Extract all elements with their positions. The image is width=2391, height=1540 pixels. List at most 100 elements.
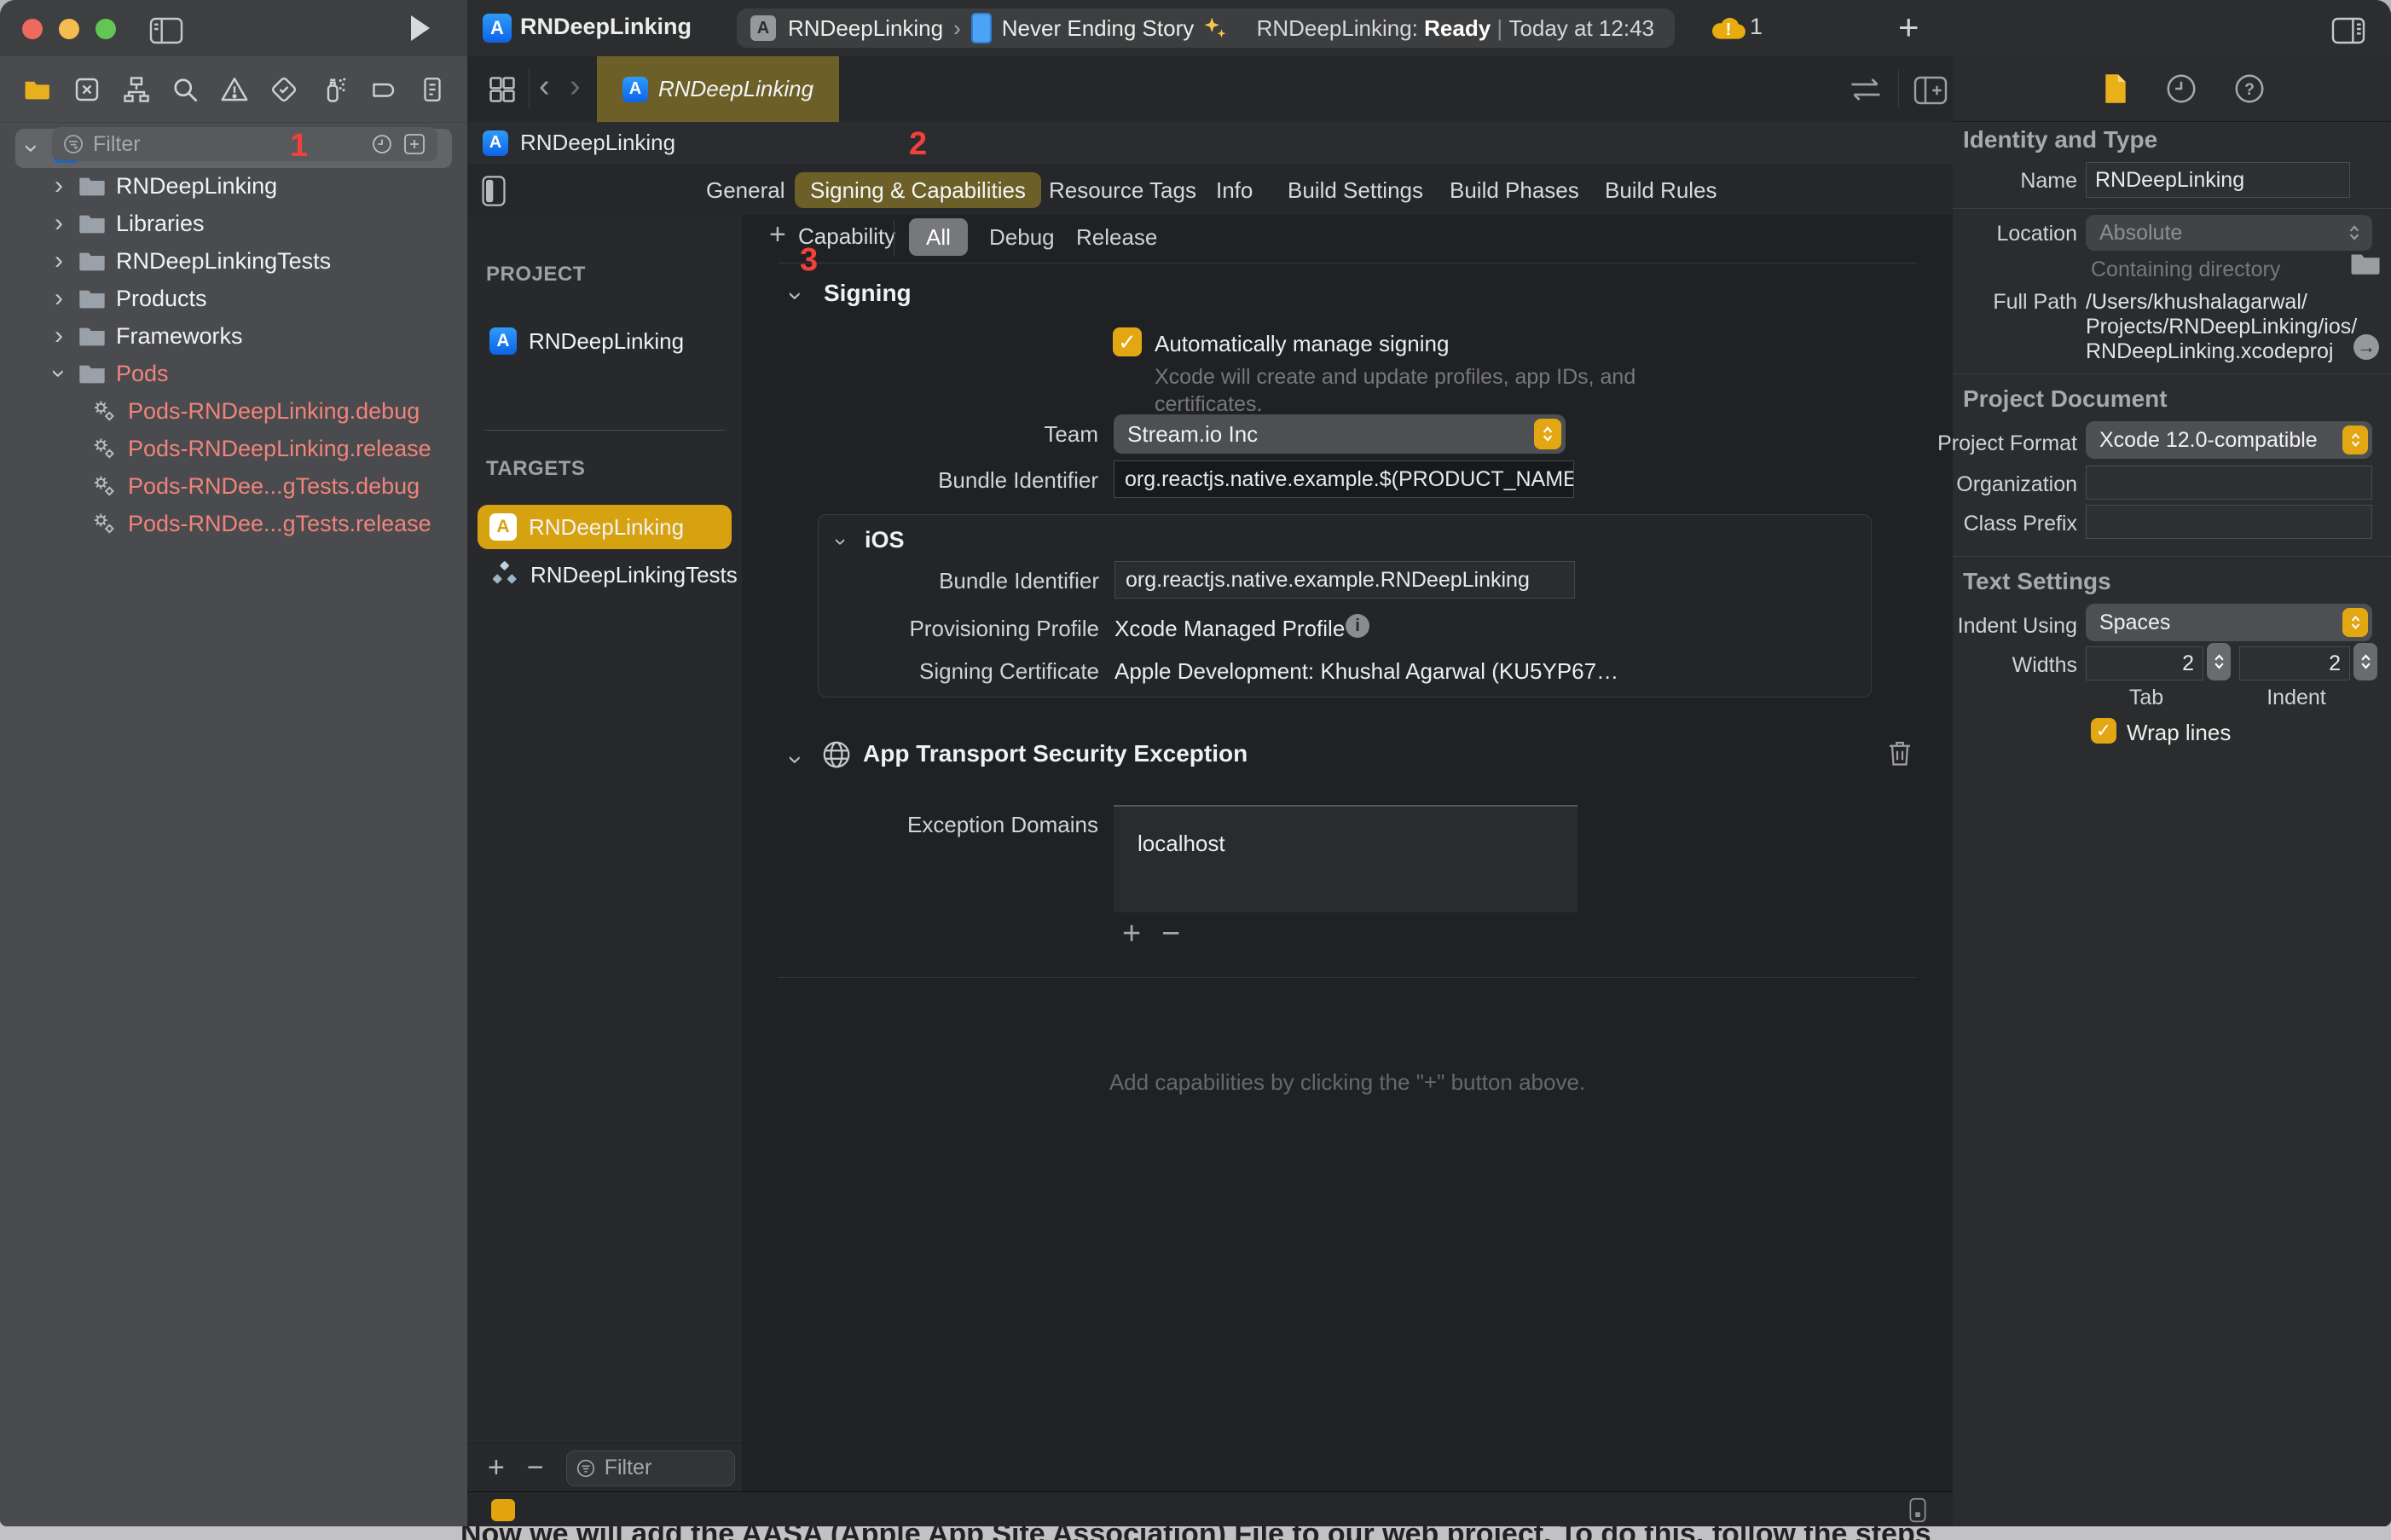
navigator-filter-field[interactable]: Filter — [52, 127, 438, 161]
tree-row-xcconfig[interactable]: Pods-RNDee...gTests.debug — [0, 467, 467, 505]
disclosure-chevron-icon[interactable]: › — [55, 167, 63, 205]
signing-disclosure-chevron[interactable]: › — [781, 292, 810, 300]
exception-domains-table[interactable]: localhost — [1114, 805, 1578, 912]
open-path-arrow-icon[interactable]: → — [2353, 334, 2379, 360]
exception-domain-row[interactable]: localhost — [1138, 831, 1225, 857]
project-format-dropdown[interactable]: Xcode 12.0-compatible — [2086, 421, 2372, 459]
organization-field[interactable] — [2086, 466, 2372, 500]
warning-count[interactable]: 1 — [1750, 14, 1763, 40]
scheme-status-pill[interactable]: A RNDeepLinking › Never Ending Story RND… — [737, 9, 1675, 48]
class-prefix-field[interactable] — [2086, 505, 2372, 539]
tree-row-folder[interactable]: › Products — [0, 280, 467, 317]
tree-row-xcconfig[interactable]: Pods-RNDeepLinking.release — [0, 430, 467, 467]
add-domain-button[interactable]: + — [1122, 916, 1141, 952]
location-dropdown[interactable]: Absolute — [2086, 215, 2372, 251]
add-editor-icon[interactable] — [1912, 75, 1949, 106]
disclosure-chevron-icon[interactable]: › — [55, 280, 63, 317]
toggle-inspector-icon[interactable] — [2331, 17, 2365, 44]
dropdown-stepper-icon — [2341, 217, 2368, 248]
history-inspector-icon[interactable] — [2166, 73, 2197, 104]
targets-filter-field[interactable]: Filter — [565, 1450, 735, 1486]
go-forward-chevron[interactable]: › — [570, 68, 581, 105]
ats-disclosure-chevron[interactable]: › — [781, 756, 810, 764]
editor-layout-icon[interactable] — [1907, 1497, 1929, 1523]
add-target-button[interactable]: + — [488, 1451, 505, 1485]
tree-row-xcconfig[interactable]: Pods-RNDeepLinking.debug — [0, 392, 467, 430]
tab-signing-capabilities[interactable]: Signing & Capabilities — [795, 172, 1041, 208]
segment-all[interactable]: All — [909, 218, 968, 256]
target-row-tests[interactable]: RNDeepLinkingTests — [478, 553, 738, 597]
tab-build-rules[interactable]: Build Rules — [1589, 172, 1733, 208]
report-navigator-icon[interactable] — [418, 74, 447, 105]
code-review-icon[interactable] — [1847, 77, 1884, 102]
delete-capability-trash-icon[interactable] — [1884, 737, 1915, 769]
go-back-chevron[interactable]: ‹ — [539, 68, 550, 105]
target-row-app[interactable]: A RNDeepLinking — [478, 505, 732, 549]
tree-row-folder[interactable]: › Libraries — [0, 205, 467, 242]
wrap-lines-checkbox[interactable]: ✓ — [2091, 718, 2116, 744]
disclosure-chevron-icon[interactable]: › — [55, 205, 63, 242]
toggle-navigator-icon[interactable] — [149, 17, 183, 44]
warning-cloud-icon[interactable]: ! — [1709, 12, 1748, 41]
debug-navigator-icon[interactable] — [318, 74, 349, 105]
run-destination[interactable]: Never Ending Story — [1002, 15, 1194, 42]
tab-width-stepper[interactable] — [2207, 643, 2231, 680]
add-capability-plus[interactable]: + — [769, 218, 786, 252]
project-navigator-icon[interactable] — [20, 75, 53, 104]
remove-target-button[interactable]: − — [527, 1451, 544, 1485]
tree-row-folder[interactable]: › Frameworks — [0, 317, 467, 355]
auto-signing-checkbox[interactable]: ✓ — [1113, 327, 1142, 356]
file-inspector-icon[interactable] — [2103, 72, 2128, 105]
symbol-navigator-icon[interactable] — [121, 74, 152, 105]
team-dropdown[interactable]: Stream.io Inc — [1114, 414, 1566, 454]
info-icon[interactable]: i — [1346, 614, 1369, 638]
tab-info[interactable]: Info — [1201, 172, 1268, 208]
tab-overview-icon[interactable] — [486, 73, 518, 106]
disclosure-chevron-icon[interactable]: › — [55, 317, 63, 355]
indent-width-stepper[interactable] — [2353, 643, 2377, 680]
tab-resource-tags[interactable]: Resource Tags — [1033, 172, 1212, 208]
disclosure-chevron-icon[interactable]: › — [55, 242, 63, 280]
ios-disclosure-chevron[interactable]: › — [828, 538, 854, 546]
breakpoint-navigator-icon[interactable] — [367, 74, 399, 105]
segment-debug[interactable]: Debug — [972, 218, 1072, 256]
jump-bar[interactable]: A RNDeepLinking — [467, 122, 1954, 165]
issue-navigator-icon[interactable] — [219, 74, 250, 105]
segment-release[interactable]: Release — [1059, 218, 1174, 256]
tab-build-settings[interactable]: Build Settings — [1272, 172, 1439, 208]
tree-row-pods-folder[interactable]: › Pods — [0, 355, 467, 392]
name-field[interactable]: RNDeepLinking — [2086, 162, 2350, 198]
tree-row-folder[interactable]: › RNDeepLinking — [0, 167, 467, 205]
folder-icon[interactable] — [2350, 251, 2381, 276]
project-row[interactable]: A RNDeepLinking — [478, 319, 732, 363]
tab-general[interactable]: General — [691, 172, 801, 208]
editor-tab-active[interactable]: A RNDeepLinking — [597, 56, 839, 122]
jumpbar-title[interactable]: RNDeepLinking — [520, 130, 675, 156]
hide-targets-panel-icon[interactable] — [481, 176, 507, 206]
indent-using-dropdown[interactable]: Spaces — [2086, 604, 2372, 641]
tab-build-phases[interactable]: Build Phases — [1434, 172, 1595, 208]
disclosure-chevron-icon[interactable]: › — [13, 144, 50, 153]
bundle-identifier-field[interactable]: org.reactjs.native.example.$(PRODUCT_NAM… — [1114, 460, 1574, 498]
tab-width-field[interactable]: 2 — [2086, 646, 2203, 680]
test-navigator-icon[interactable] — [269, 74, 299, 105]
ios-bundle-field[interactable]: org.reactjs.native.example.RNDeepLinking — [1114, 561, 1575, 599]
new-tab-button[interactable]: + — [1898, 7, 1919, 48]
source-control-status-filter-icon[interactable] — [403, 133, 426, 155]
minimize-window-button[interactable] — [59, 19, 79, 39]
warning-marker-icon[interactable] — [491, 1499, 515, 1521]
close-window-button[interactable] — [22, 19, 43, 39]
indent-width-field[interactable]: 2 — [2239, 646, 2350, 680]
disclosure-chevron-icon[interactable]: › — [40, 369, 78, 378]
run-button[interactable] — [409, 15, 431, 41]
source-control-navigator-icon[interactable] — [72, 74, 102, 105]
remove-domain-button[interactable]: − — [1161, 916, 1180, 952]
zoom-window-button[interactable] — [96, 19, 116, 39]
tree-row-folder[interactable]: › RNDeepLinkingTests — [0, 242, 467, 280]
scheme-name[interactable]: RNDeepLinking — [788, 15, 943, 42]
recent-files-icon[interactable] — [371, 133, 393, 155]
help-inspector-icon[interactable]: ? — [2234, 73, 2265, 104]
find-navigator-icon[interactable] — [170, 74, 200, 105]
tree-row-xcconfig[interactable]: Pods-RNDee...gTests.release — [0, 505, 467, 542]
project-app-icon: A — [483, 14, 512, 43]
